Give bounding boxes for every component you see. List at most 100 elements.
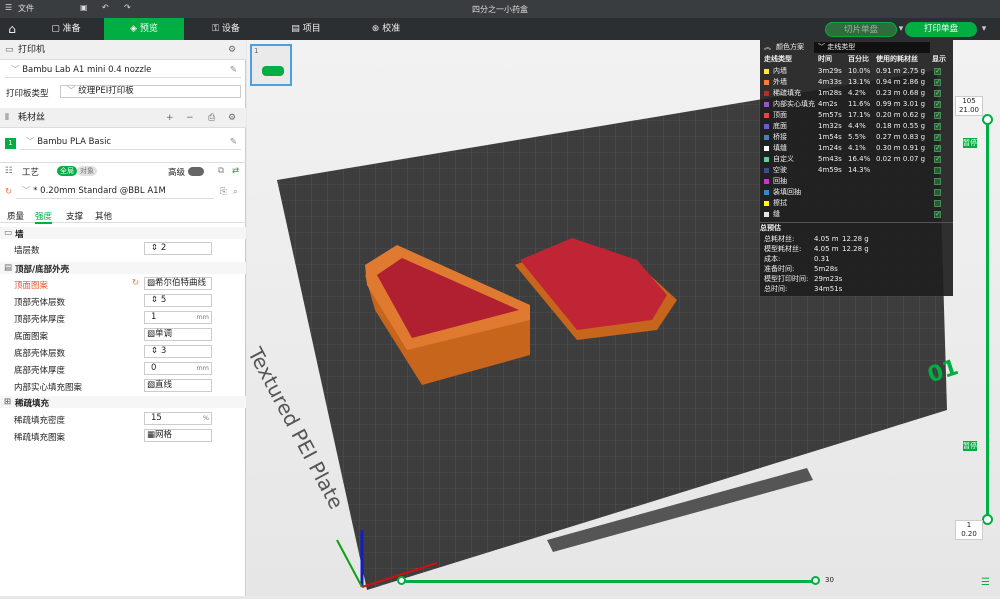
horizontal-move-slider[interactable] (399, 580, 819, 583)
layer-slider-top-handle[interactable] (982, 114, 993, 125)
save-preset-icon[interactable]: ⎘ (220, 187, 227, 197)
line-type-name: 桥接 (773, 133, 787, 141)
h-slider-handle[interactable] (811, 576, 820, 585)
visible-checkbox-checked[interactable]: ✓ (934, 133, 941, 141)
subtab-quality[interactable]: 质量 (7, 210, 24, 222)
visible-checkbox-checked[interactable]: ✓ (934, 210, 941, 218)
remove-icon[interactable]: − (186, 108, 194, 128)
tab-device[interactable]: ⚿ 设备 (196, 18, 256, 40)
h-slider-start[interactable] (397, 576, 406, 585)
plate-thumbnail[interactable]: 1 (250, 44, 292, 86)
line-type-percent: 14.3% (848, 166, 871, 174)
edit-icon[interactable]: ✎ (230, 65, 237, 76)
settings-gear-icon[interactable]: ⚙ (228, 40, 236, 60)
subtab-support[interactable]: 支撑 (66, 210, 83, 222)
edit-icon[interactable]: ✎ (230, 137, 237, 148)
compare-icon[interactable]: ⇄ (232, 166, 239, 176)
copy-icon[interactable]: ⧉ (218, 166, 224, 176)
infill-pattern-select[interactable]: ▦网格 (144, 429, 212, 442)
col-display: 显示 (932, 55, 946, 63)
legend-row: 稀疏填充 1m28s 4.2% 0.23 m 0.68 g ✓ (760, 88, 953, 99)
slice-dropdown-icon[interactable]: ▾ (897, 18, 905, 40)
advanced-switch[interactable] (188, 167, 204, 176)
line-type-name: 回抽 (773, 177, 787, 185)
search-icon[interactable]: ⌕ (233, 187, 238, 197)
bottom-layer-height: 0.20 (961, 530, 977, 538)
tab-calibration[interactable]: ⊛ 校准 (356, 18, 416, 40)
tab-project[interactable]: ▤ 项目 (276, 18, 336, 40)
summary-title: 总预估 (760, 222, 953, 233)
top-layers-stepper[interactable]: ⇕ 5 (144, 294, 212, 307)
legend-row: 桥接 1m54s 5.5% 0.27 m 0.83 g ✓ (760, 132, 953, 143)
visible-checkbox-checked[interactable]: ✓ (934, 78, 941, 86)
layer-settings-icon[interactable]: ☰ (981, 577, 990, 588)
line-type-time: 1m28s (818, 89, 842, 97)
line-type-time: 3m29s (818, 67, 842, 75)
line-type-percent: 16.4% (848, 155, 871, 163)
process-subtabs: 质量 强度 支撑 其他 (0, 209, 246, 224)
top-thickness-value: 1 (151, 312, 157, 322)
collapse-icon[interactable]: ︽ (764, 42, 771, 53)
tab-preview[interactable]: ◈ 预览 (104, 18, 184, 40)
slice-plate-button[interactable]: 切片单盘 (825, 22, 897, 37)
filament-select[interactable]: ﹀ Bambu PLA Basic ✎ (20, 137, 241, 150)
shell-group: ▤ 顶部/底部外壳 (0, 262, 246, 275)
subtab-other[interactable]: 其他 (95, 210, 112, 222)
visible-checkbox[interactable] (934, 167, 941, 174)
color-swatch (764, 124, 769, 129)
add-icon[interactable]: + (166, 108, 174, 128)
visible-checkbox-checked[interactable]: ✓ (934, 100, 941, 108)
line-type-legend: ︽ 颜色方案 ﹀ 走线类型 走线类型 时间 百分比 使用的耗材丝 显示 内墙 3m… (760, 40, 953, 296)
visible-checkbox-checked[interactable]: ✓ (934, 122, 941, 130)
sync-icon[interactable]: ⎙ (208, 108, 215, 128)
line-type-usage: 0.30 m 0.91 g (876, 144, 926, 152)
summary-value: 34m51s (814, 285, 843, 293)
printer-select[interactable]: ﹀ Bambu Lab A1 mini 0.4 nozzle ✎ (5, 65, 241, 78)
global-toggle[interactable]: 全局 (57, 166, 77, 176)
bottom-thickness-input[interactable]: 0 mm (144, 362, 212, 375)
infill-density-input[interactable]: 15% (144, 412, 212, 425)
infill-density-value: 15 (151, 413, 162, 423)
legend-row: 回抽 (760, 176, 953, 187)
print-dropdown-icon[interactable]: ▾ (980, 18, 988, 40)
bottom-pattern-select[interactable]: ▧单调 (144, 328, 212, 341)
legend-columns: 走线类型 时间 百分比 使用的耗材丝 显示 (760, 54, 953, 65)
bottom-layers-stepper[interactable]: ⇕ 3 (144, 345, 212, 358)
line-type-name: 擦拭 (773, 199, 787, 207)
internal-pattern-select[interactable]: ▧直线 (144, 379, 212, 392)
visible-checkbox[interactable] (934, 189, 941, 196)
pause-marker[interactable]: 暂停 (963, 441, 977, 451)
top-pattern-select[interactable]: ▨希尔伯特曲线 (144, 277, 212, 290)
layer-slider-track[interactable] (986, 118, 989, 520)
top-thickness-input[interactable]: 1 mm (144, 311, 212, 324)
process-preset-select[interactable]: ﹀ * 0.20mm Standard @BBL A1M (16, 186, 214, 199)
settings-gear-icon[interactable]: ⚙ (228, 108, 236, 128)
visible-checkbox-checked[interactable]: ✓ (934, 67, 941, 75)
object-toggle[interactable]: 对象 (77, 166, 97, 176)
reset-icon[interactable]: ↻ (5, 187, 12, 197)
visible-checkbox-checked[interactable]: ✓ (934, 155, 941, 163)
line-type-usage: 0.27 m 0.83 g (876, 133, 926, 141)
visible-checkbox-checked[interactable]: ✓ (934, 89, 941, 97)
visible-checkbox[interactable] (934, 200, 941, 207)
subtab-strength[interactable]: 强度 (35, 210, 53, 224)
process-icon: ☷ (5, 166, 13, 176)
color-swatch (764, 190, 769, 195)
home-icon[interactable]: ⌂ (0, 18, 24, 40)
layer-slider-bottom-handle[interactable] (982, 514, 993, 525)
line-type-name: 内墙 (773, 67, 787, 75)
visible-checkbox-checked[interactable]: ✓ (934, 144, 941, 152)
pause-marker[interactable]: 暂停 (963, 138, 977, 148)
plate-type-select[interactable]: ﹀ 纹理PEI打印板 (60, 85, 241, 98)
filament-section: ⦀ 耗材丝 + − ⎙ ⚙ (0, 108, 246, 128)
visible-checkbox-checked[interactable]: ✓ (934, 111, 941, 119)
top-layers-value: 5 (160, 295, 167, 305)
wall-loops-stepper[interactable]: ⇕ 2 (144, 242, 212, 255)
visible-checkbox[interactable] (934, 178, 941, 185)
reset-icon[interactable]: ↻ (132, 278, 139, 288)
shell-icon: ▤ (4, 263, 13, 273)
color-scheme-select[interactable]: ﹀ 走线类型 (814, 42, 930, 53)
filament-slot[interactable]: 1 (5, 138, 16, 149)
tab-prepare[interactable]: ▢ 准备 (32, 18, 100, 40)
print-plate-button[interactable]: 打印单盘 (905, 22, 977, 37)
